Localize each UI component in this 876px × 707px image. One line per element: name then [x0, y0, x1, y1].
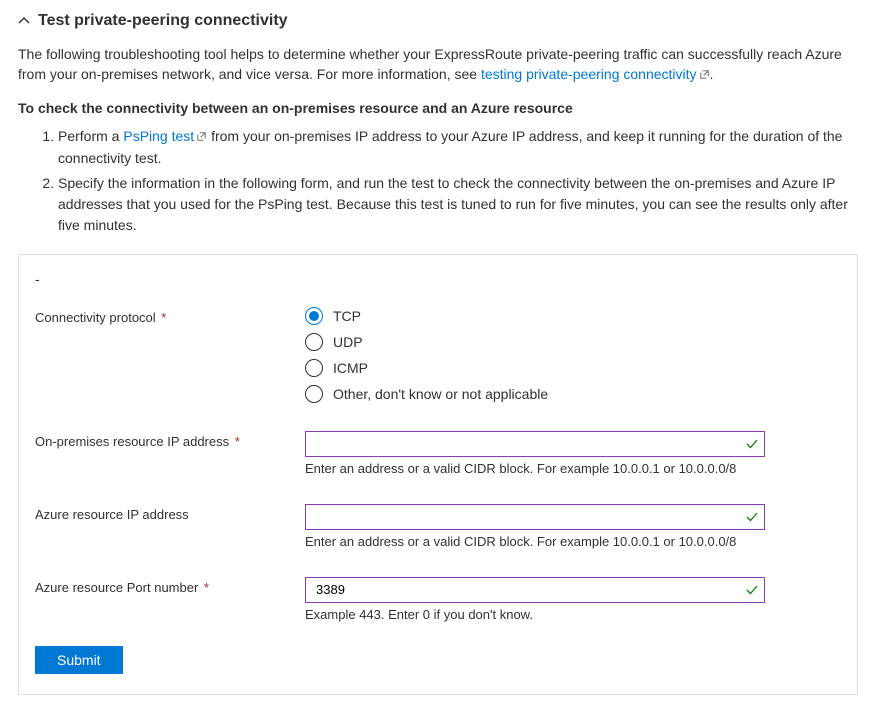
check-icon — [745, 510, 759, 524]
form-panel: - Connectivity protocol * TCP UDP ICMP — [18, 254, 858, 695]
radio-icon — [305, 359, 323, 377]
form-separator: - — [35, 271, 841, 287]
external-link-icon — [699, 65, 710, 85]
onprem-ip-hint: Enter an address or a valid CIDR block. … — [305, 461, 765, 476]
step-1: Perform a PsPing test from your on-premi… — [58, 126, 858, 169]
azure-port-hint: Example 443. Enter 0 if you don't know. — [305, 607, 765, 622]
protocol-radio-group: TCP UDP ICMP Other, don't know or not ap… — [305, 307, 765, 403]
radio-label: Other, don't know or not applicable — [333, 386, 548, 402]
steps-list: Perform a PsPing test from your on-premi… — [58, 126, 858, 236]
check-icon — [745, 437, 759, 451]
radio-label: ICMP — [333, 360, 368, 376]
protocol-row: Connectivity protocol * TCP UDP ICMP — [35, 307, 841, 403]
check-icon — [745, 583, 759, 597]
radio-icon — [305, 385, 323, 403]
protocol-label: Connectivity protocol * — [35, 307, 305, 325]
azure-port-input[interactable] — [305, 577, 765, 603]
azure-port-label: Azure resource Port number * — [35, 577, 305, 595]
azure-ip-label: Azure resource IP address — [35, 504, 305, 522]
step-2: Specify the information in the following… — [58, 173, 858, 236]
protocol-option-other[interactable]: Other, don't know or not applicable — [305, 385, 765, 403]
azure-ip-hint: Enter an address or a valid CIDR block. … — [305, 534, 765, 549]
radio-label: UDP — [333, 334, 363, 350]
external-link-icon — [196, 127, 207, 148]
radio-icon — [305, 307, 323, 325]
onprem-ip-label: On-premises resource IP address * — [35, 431, 305, 449]
subheading: To check the connectivity between an on-… — [18, 100, 858, 116]
intro-paragraph: The following troubleshooting tool helps… — [18, 44, 858, 86]
psping-link[interactable]: PsPing test — [123, 128, 207, 144]
intro-text-before: The following troubleshooting tool helps… — [18, 46, 842, 82]
chevron-up-icon[interactable] — [18, 15, 30, 27]
section-header: Test private-peering connectivity — [18, 12, 858, 30]
azure-ip-input[interactable] — [305, 504, 765, 530]
radio-label: TCP — [333, 308, 361, 324]
intro-link[interactable]: testing private-peering connectivity — [481, 66, 710, 82]
protocol-option-tcp[interactable]: TCP — [305, 307, 765, 325]
azure-port-row: Azure resource Port number * Example 443… — [35, 577, 841, 622]
onprem-ip-input[interactable] — [305, 431, 765, 457]
page-title: Test private-peering connectivity — [38, 12, 288, 30]
azure-ip-row: Azure resource IP address Enter an addre… — [35, 504, 841, 549]
submit-button[interactable]: Submit — [35, 646, 123, 674]
intro-text-after: . — [710, 66, 714, 82]
protocol-option-udp[interactable]: UDP — [305, 333, 765, 351]
radio-icon — [305, 333, 323, 351]
protocol-option-icmp[interactable]: ICMP — [305, 359, 765, 377]
onprem-ip-row: On-premises resource IP address * Enter … — [35, 431, 841, 476]
